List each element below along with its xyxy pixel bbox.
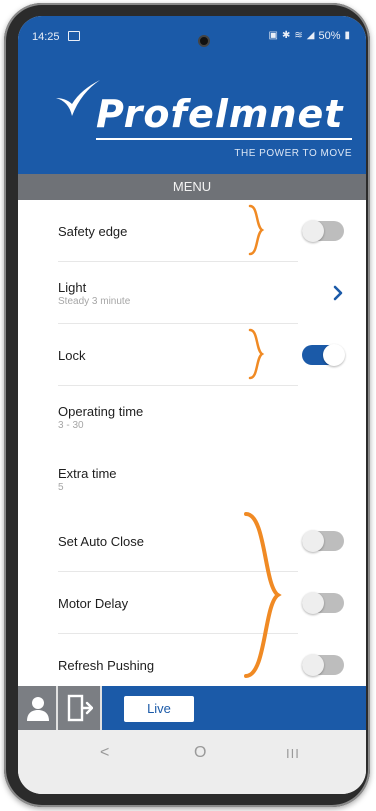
bottom-toolbar: Live (18, 686, 366, 730)
setting-set-auto-close[interactable]: Set Auto Close (18, 510, 366, 572)
phone-frame: 14:25 ▣ ✱ ≋ ◢ 50% ▮ Profelmnet THE POWER… (4, 3, 370, 807)
setting-label: Operating time (58, 404, 144, 419)
setting-label: Set Auto Close (58, 534, 144, 549)
setting-safety-edge[interactable]: Safety edge (18, 200, 366, 262)
setting-light[interactable]: Light Steady 3 minute (18, 262, 366, 324)
battery-icon: ▮ (344, 30, 350, 41)
logo-underline (96, 138, 352, 140)
annotation-brace-icon (248, 204, 265, 256)
setting-lock[interactable]: Lock (18, 324, 366, 386)
live-button[interactable]: Live (124, 696, 194, 722)
chevron-right-icon[interactable] (330, 285, 346, 301)
setting-sub-value: 3 - 30 (58, 420, 84, 431)
setting-operating-time[interactable]: Operating time 3 - 30 (18, 386, 366, 448)
refresh-pushing-toggle[interactable] (302, 654, 344, 676)
battery-percent: 50% (318, 30, 341, 42)
signal-icon: ◢ (306, 30, 315, 41)
toggle-knob (302, 220, 324, 242)
setting-label: Motor Delay (58, 596, 129, 611)
setting-label: Extra time (58, 466, 117, 481)
exit-button[interactable] (58, 686, 102, 730)
brand-name: Profelmnet (96, 92, 344, 136)
menu-title-bar: MENU (18, 174, 366, 200)
toggle-knob (323, 344, 345, 366)
front-camera (198, 35, 210, 47)
status-time: 14:25 (32, 31, 60, 43)
settings-list: Safety edge Light Steady 3 minute Lock O… (18, 200, 366, 686)
annotation-brace-icon (248, 328, 265, 380)
setting-extra-time[interactable]: Extra time 5 (18, 448, 366, 510)
auto-close-toggle[interactable] (302, 530, 344, 552)
setting-label: Safety edge (58, 224, 128, 239)
logo-swoosh-icon (56, 80, 100, 116)
toggle-knob (302, 654, 324, 676)
nav-recents-button[interactable]: III (286, 746, 300, 761)
user-button[interactable] (18, 686, 58, 730)
app-screen: 14:25 ▣ ✱ ≋ ◢ 50% ▮ Profelmnet THE POWER… (18, 16, 366, 794)
setting-sub-value: Steady 3 minute (58, 296, 131, 307)
brand-tagline: THE POWER TO MOVE (234, 148, 352, 159)
lock-toggle[interactable] (302, 344, 345, 366)
menu-title: MENU (172, 179, 212, 194)
motor-delay-toggle[interactable] (302, 592, 344, 614)
safety-edge-toggle[interactable] (302, 220, 344, 242)
exit-door-icon (67, 694, 93, 722)
annotation-brace-icon (244, 512, 282, 678)
toggle-knob (302, 592, 324, 614)
nav-back-button[interactable]: < (100, 744, 109, 762)
setting-label: Lock (58, 348, 86, 363)
nfc-icon: ▣ (268, 30, 278, 41)
setting-label: Refresh Pushing (58, 658, 155, 673)
wifi-icon: ≋ (294, 30, 303, 41)
bluetooth-icon: ✱ (281, 30, 291, 41)
setting-label: Light (58, 280, 87, 295)
gallery-notification-icon (68, 31, 80, 41)
nav-home-button[interactable]: O (194, 744, 206, 762)
toggle-knob (302, 530, 324, 552)
app-header: 14:25 ▣ ✱ ≋ ◢ 50% ▮ Profelmnet THE POWER… (18, 16, 366, 174)
setting-motor-delay[interactable]: Motor Delay (18, 572, 366, 634)
android-nav-bar: < O III (18, 730, 366, 794)
setting-sub-value: 5 (58, 482, 64, 493)
status-bar: 14:25 ▣ ✱ ≋ ◢ 50% ▮ (18, 16, 366, 50)
user-icon (27, 697, 49, 721)
status-right-icons: ▣ ✱ ≋ ◢ 50% ▮ (269, 30, 350, 42)
